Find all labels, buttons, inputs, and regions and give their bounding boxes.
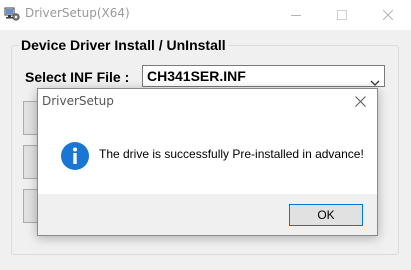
close-icon bbox=[355, 96, 366, 107]
ok-button[interactable]: OK bbox=[289, 204, 363, 226]
maximize-button[interactable] bbox=[319, 0, 365, 30]
close-icon bbox=[383, 10, 393, 20]
inf-file-select[interactable]: CH341SER.INF bbox=[142, 65, 385, 87]
dialog-title: DriverSetup bbox=[42, 94, 114, 108]
window-close-button[interactable] bbox=[365, 0, 411, 30]
window-title: DriverSetup(X64) bbox=[25, 6, 130, 20]
info-icon bbox=[60, 141, 90, 171]
dialog-close-button[interactable] bbox=[344, 89, 378, 115]
dialog-message: The drive is successfully Pre-installed … bbox=[99, 147, 364, 161]
minimize-button[interactable] bbox=[273, 0, 319, 30]
minimize-icon bbox=[291, 15, 301, 16]
message-dialog: DriverSetup The drive is successfully Pr… bbox=[37, 88, 378, 236]
driver-setup-window: DriverSetup(X64) Device Driver Install /… bbox=[0, 0, 411, 270]
maximize-icon bbox=[337, 10, 347, 20]
select-inf-label: Select INF File : bbox=[25, 69, 130, 85]
inf-file-value: CH341SER.INF bbox=[147, 68, 246, 84]
dialog-footer: OK bbox=[38, 194, 377, 235]
groupbox-title: Device Driver Install / UnInstall bbox=[19, 37, 228, 53]
driver-setup-app-icon bbox=[4, 6, 20, 22]
title-bar: DriverSetup(X64) bbox=[0, 0, 411, 30]
